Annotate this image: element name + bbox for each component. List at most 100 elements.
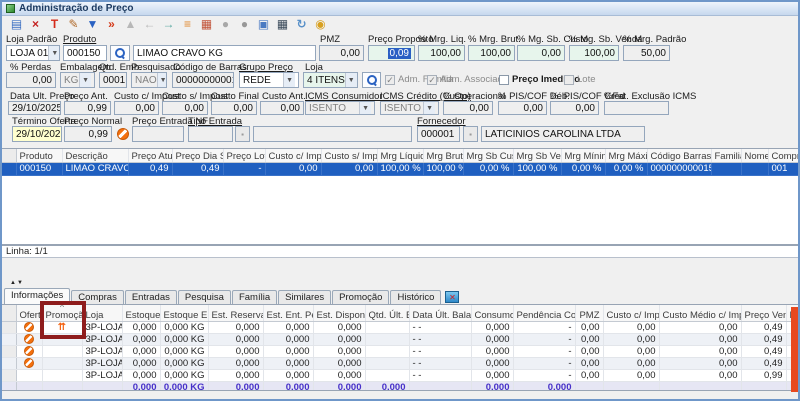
splitter-down-icon[interactable]: ▼ <box>17 280 23 286</box>
edit-icon[interactable]: ✎ <box>65 17 82 32</box>
oferta-cell[interactable] <box>16 346 42 358</box>
cell[interactable]: - <box>513 358 575 370</box>
sphere-icon[interactable]: ● <box>217 17 234 32</box>
column-header[interactable]: Descrição <box>62 149 128 162</box>
table-row[interactable]: 3P-LOJA 050,0000,000 KG0,0000,0000,000- … <box>2 370 798 382</box>
cell[interactable]: 0,000 <box>471 358 513 370</box>
cell[interactable]: 001 <box>768 162 798 175</box>
column-header[interactable]: Custo s/ Imposto <box>321 149 377 162</box>
cell[interactable]: 0,00 <box>603 370 659 382</box>
tab-promocao[interactable]: Promoção <box>332 290 389 304</box>
cell[interactable]: 100,00 % <box>377 162 423 175</box>
tab-informacoes[interactable]: Informações <box>4 288 70 304</box>
cell[interactable] <box>741 162 768 175</box>
text-tool-icon[interactable]: T <box>46 17 63 32</box>
cell[interactable]: 0,49 <box>128 162 172 175</box>
mg-sb-custo-input[interactable]: 0,00 <box>517 45 565 61</box>
save-icon[interactable]: ▤ <box>8 17 25 32</box>
produto-code-input[interactable]: 000150 <box>63 45 107 61</box>
cell[interactable]: 0,000 <box>208 346 263 358</box>
cell[interactable]: - - <box>409 358 471 370</box>
cell[interactable]: 0,00 <box>575 346 603 358</box>
lote-checkbox[interactable]: Lote <box>564 74 596 85</box>
termino-oferta-field[interactable]: 29/10/2025 <box>12 126 62 142</box>
grupo-preco-select[interactable]: REDE▼ <box>239 72 299 88</box>
oferta-cell[interactable] <box>16 322 42 334</box>
circle-icon[interactable]: ● <box>236 17 253 32</box>
cell[interactable]: 0,000 <box>313 346 365 358</box>
cell[interactable]: 0,000 <box>313 334 365 346</box>
promocao-cell[interactable]: ⇈ <box>42 322 82 334</box>
cell[interactable]: 0,000 <box>313 322 365 334</box>
column-header[interactable]: Preço Atual <box>128 149 172 162</box>
column-header[interactable]: Custo c/ Imposto <box>265 149 321 162</box>
cell[interactable]: LIMAO CRAVO KG <box>62 162 128 175</box>
oferta-cell[interactable] <box>16 358 42 370</box>
promocao-cell[interactable] <box>42 346 82 358</box>
tab-historico[interactable]: Histórico <box>390 290 441 304</box>
produto-search-button[interactable] <box>110 45 130 61</box>
cell[interactable]: 0,99 <box>741 370 786 382</box>
column-header[interactable]: Loja <box>82 305 122 322</box>
column-header[interactable]: Mrg Sb Custo <box>463 149 513 162</box>
cell[interactable]: - <box>513 322 575 334</box>
mrg-brut-input[interactable]: 100,00 <box>468 45 515 61</box>
column-header[interactable]: Preço Dia Seg. <box>172 149 223 162</box>
cell[interactable]: - - <box>409 334 471 346</box>
column-header[interactable]: Estoque <box>122 305 160 322</box>
cell[interactable]: 0,00 <box>603 322 659 334</box>
cell[interactable]: 100,00 % <box>513 162 561 175</box>
cell[interactable]: 0,49 <box>741 322 786 334</box>
column-header[interactable]: Custo Médio c/ Imposto <box>659 305 741 322</box>
column-header[interactable]: Mrg Líquida <box>377 149 423 162</box>
cell[interactable] <box>365 322 409 334</box>
column-header[interactable]: ^Promoção <box>42 305 82 322</box>
table-row[interactable]: 3P-LOJA 020,0000,000 KG0,0000,0000,000- … <box>2 334 798 346</box>
calculator-icon[interactable]: ▦ <box>274 17 291 32</box>
refresh-icon[interactable]: ↻ <box>293 17 310 32</box>
cell[interactable]: 0,00 <box>321 162 377 175</box>
cell[interactable]: 0,49 <box>741 346 786 358</box>
adm-associado-checkbox[interactable]: ✓ Adm. Associado <box>427 74 508 85</box>
cell[interactable]: 0,000 KG <box>160 358 208 370</box>
table-row[interactable]: 3P-LOJA 040,0000,000 KG0,0000,0000,000- … <box>2 358 798 370</box>
up-icon[interactable]: ▲ <box>122 17 139 32</box>
column-header[interactable]: Mrg Mínima <box>561 149 605 162</box>
cell[interactable] <box>365 346 409 358</box>
tab-compras[interactable]: Compras <box>71 290 124 304</box>
cell[interactable]: 0,000 KG <box>160 370 208 382</box>
cell[interactable]: 0,000 <box>122 322 160 334</box>
pin-icon[interactable]: ✕ <box>445 291 459 303</box>
cell[interactable]: 0,00 % <box>605 162 647 175</box>
cell[interactable]: 100,00 % <box>423 162 463 175</box>
tab-similares[interactable]: Similares <box>278 290 331 304</box>
cell[interactable]: 0,00 <box>603 334 659 346</box>
oferta-cell[interactable] <box>16 370 42 382</box>
column-header[interactable]: Est. Ent. Pend. <box>263 305 313 322</box>
cell[interactable]: 0,00 <box>575 322 603 334</box>
cell[interactable]: 0,000 KG <box>160 346 208 358</box>
cell[interactable]: 0,000 <box>263 358 313 370</box>
column-header[interactable]: Custo c/ Imposto <box>603 305 659 322</box>
column-header[interactable]: Consumo <box>471 305 513 322</box>
column-header[interactable]: Mrg Sb Venda <box>513 149 561 162</box>
cell[interactable]: 0,00 <box>659 358 741 370</box>
cell[interactable]: - - <box>409 370 471 382</box>
table-row[interactable]: ⇈3P-LOJA 010,0000,000 KG0,0000,0000,000-… <box>2 322 798 334</box>
cell[interactable]: 0,000 <box>122 370 160 382</box>
cell[interactable]: 0,000 KG <box>160 322 208 334</box>
cell[interactable]: 0,000 <box>313 370 365 382</box>
cell[interactable] <box>711 162 741 175</box>
cell[interactable]: 0,000 <box>263 370 313 382</box>
cell[interactable]: 0,00 <box>659 346 741 358</box>
cell[interactable]: 3P-LOJA 04 <box>82 358 122 370</box>
column-header[interactable]: Estoque Emb. <box>160 305 208 322</box>
back-icon[interactable]: ← <box>141 17 158 32</box>
money-icon[interactable]: ◉ <box>312 17 329 32</box>
cell[interactable]: 0,00 <box>659 334 741 346</box>
copy-icon[interactable]: ▣ <box>255 17 272 32</box>
cell[interactable]: - - <box>409 346 471 358</box>
cell[interactable]: 3P-LOJA 03 <box>82 346 122 358</box>
cell[interactable]: 3P-LOJA 01 <box>82 322 122 334</box>
cell[interactable]: 0,000 <box>208 322 263 334</box>
